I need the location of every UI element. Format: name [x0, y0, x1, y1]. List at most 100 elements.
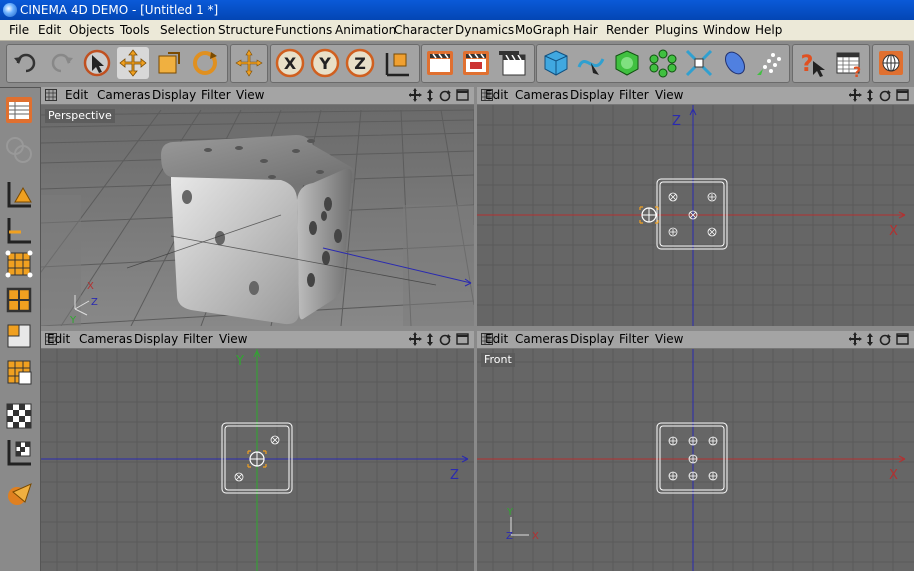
live-selection-icon[interactable]: [81, 47, 113, 79]
orbit-icon[interactable]: [879, 334, 892, 346]
menu-character[interactable]: Character: [394, 23, 453, 37]
pan-icon[interactable]: [849, 332, 862, 346]
menu-tools[interactable]: Tools: [120, 23, 150, 37]
undo-icon[interactable]: [10, 47, 42, 79]
axis-mode-icon[interactable]: [3, 214, 35, 246]
maximize-viewport-icon[interactable]: [896, 89, 909, 101]
deformer-icon[interactable]: [683, 47, 715, 79]
viewport-menu-display[interactable]: Display: [570, 88, 614, 102]
viewport-menu-edit[interactable]: Edit: [485, 332, 508, 346]
viewport-nav-controls: [849, 87, 911, 104]
maximize-viewport-icon[interactable]: [456, 333, 469, 345]
maximize-viewport-icon[interactable]: [896, 333, 909, 345]
viewport-menu-view[interactable]: View: [236, 88, 264, 102]
subdivision-surface-icon[interactable]: [611, 47, 643, 79]
zoom-icon[interactable]: [427, 333, 433, 346]
rotate-icon[interactable]: [189, 47, 221, 79]
menu-animation[interactable]: Animation: [335, 23, 396, 37]
environment-icon[interactable]: [753, 47, 785, 79]
viewport-front-canvas[interactable]: X Y X Z Front: [477, 349, 914, 571]
x-lock-icon[interactable]: X: [274, 47, 306, 79]
render-picture-viewer-icon[interactable]: [460, 47, 492, 79]
menu-plugins[interactable]: Plugins: [655, 23, 698, 37]
menu-render[interactable]: Render: [606, 23, 649, 37]
texture-mode-icon[interactable]: [3, 400, 35, 432]
polygons-mode-icon[interactable]: [3, 320, 35, 352]
object-axis-icon[interactable]: [233, 47, 265, 79]
viewport-menu-cameras[interactable]: Cameras: [97, 88, 150, 102]
points-mode-icon[interactable]: [3, 248, 35, 280]
menu-mograph[interactable]: MoGraph: [515, 23, 570, 37]
object-mode-icon[interactable]: [3, 178, 35, 210]
viewport-menu-edit[interactable]: Edit: [485, 88, 508, 102]
menu-window[interactable]: Window: [703, 23, 750, 37]
viewport-menu-cameras[interactable]: Cameras: [515, 88, 568, 102]
viewport-menu-display[interactable]: Display: [570, 332, 614, 346]
help-icon[interactable]: ?: [796, 47, 828, 79]
viewport-menu-view[interactable]: View: [655, 88, 683, 102]
menu-file[interactable]: File: [9, 23, 29, 37]
menu-dynamics[interactable]: Dynamics: [455, 23, 514, 37]
viewport-menu-filter[interactable]: Filter: [183, 332, 213, 346]
z-lock-icon[interactable]: Z: [344, 47, 376, 79]
viewport-right[interactable]: Edit Cameras Display Filter View Z Y: [41, 331, 474, 571]
orbit-icon[interactable]: [439, 90, 452, 102]
pan-icon[interactable]: [849, 88, 862, 102]
viewport-menu-filter[interactable]: Filter: [201, 88, 231, 102]
menu-bar: File Edit Objects Tools Selection Struct…: [0, 20, 914, 41]
menu-selection[interactable]: Selection: [160, 23, 215, 37]
viewport-menu-view[interactable]: View: [655, 332, 683, 346]
array-icon[interactable]: [647, 47, 679, 79]
model-mode-icon[interactable]: [3, 134, 35, 166]
uv-mode-icon[interactable]: [3, 356, 35, 388]
make-editable-icon[interactable]: [3, 94, 35, 126]
render-view-icon[interactable]: [424, 47, 456, 79]
orbit-icon[interactable]: [879, 90, 892, 102]
viewport-menu-view[interactable]: View: [219, 332, 247, 346]
cube-primitive-icon[interactable]: [540, 47, 572, 79]
viewport-menu-edit[interactable]: Edit: [47, 332, 70, 346]
maximize-viewport-icon[interactable]: [456, 89, 469, 101]
viewport-horizontal-divider[interactable]: [41, 326, 914, 331]
zoom-icon[interactable]: [867, 333, 873, 346]
browser-icon[interactable]: [875, 47, 907, 79]
pan-icon[interactable]: [409, 88, 422, 102]
menu-hair[interactable]: Hair: [573, 23, 598, 37]
viewport-top[interactable]: Edit Cameras Display Filter View X Z: [477, 87, 914, 326]
viewport-right-canvas[interactable]: Z Y: [41, 349, 474, 571]
workplane-icon[interactable]: [3, 436, 35, 468]
menu-help[interactable]: Help: [755, 23, 782, 37]
layout-icon[interactable]: ?: [833, 47, 865, 79]
viewport-perspective[interactable]: Edit Cameras Display Filter View X Z Y P…: [41, 87, 474, 326]
zoom-icon[interactable]: [867, 89, 873, 102]
viewport-menu-display[interactable]: Display: [152, 88, 196, 102]
spline-pen-icon[interactable]: [575, 47, 607, 79]
viewport-menu-cameras[interactable]: Cameras: [79, 332, 132, 346]
viewport-menu-filter[interactable]: Filter: [619, 332, 649, 346]
menu-structure[interactable]: Structure: [218, 23, 274, 37]
cinema4d-app-icon: [3, 3, 17, 17]
coordinate-system-icon[interactable]: [381, 47, 413, 79]
orbit-icon[interactable]: [439, 334, 452, 346]
menu-functions[interactable]: Functions: [275, 23, 332, 37]
viewport-menu-display[interactable]: Display: [134, 332, 178, 346]
snapping-icon[interactable]: [3, 478, 35, 510]
viewport-front[interactable]: Edit Cameras Display Filter View X Y X Z…: [477, 331, 914, 571]
viewport-layout-icon[interactable]: [45, 89, 57, 101]
viewport-menu-filter[interactable]: Filter: [619, 88, 649, 102]
viewport-perspective-canvas[interactable]: X Z Y Perspective: [41, 105, 474, 326]
move-icon[interactable]: [117, 47, 149, 79]
scale-icon[interactable]: [153, 47, 185, 79]
scene-icon[interactable]: [719, 47, 751, 79]
render-settings-icon[interactable]: [496, 47, 528, 79]
viewport-menu-edit[interactable]: Edit: [65, 88, 88, 102]
y-lock-icon[interactable]: Y: [309, 47, 341, 79]
menu-edit[interactable]: Edit: [38, 23, 61, 37]
edges-mode-icon[interactable]: [3, 284, 35, 316]
viewport-top-canvas[interactable]: X Z: [477, 105, 914, 326]
viewport-menu-cameras[interactable]: Cameras: [515, 332, 568, 346]
redo-icon[interactable]: [45, 47, 77, 79]
zoom-icon[interactable]: [427, 89, 433, 102]
pan-icon[interactable]: [409, 332, 422, 346]
menu-objects[interactable]: Objects: [69, 23, 114, 37]
